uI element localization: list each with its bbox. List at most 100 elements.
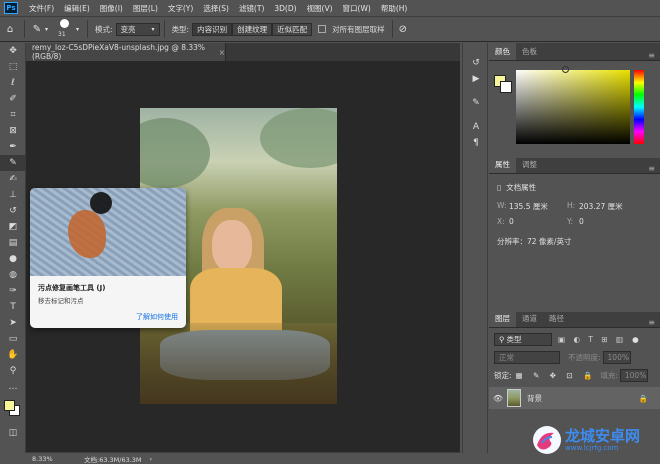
type-proximity-match[interactable]: 近似匹配 — [272, 22, 313, 36]
sample-all-layers-checkbox[interactable] — [318, 25, 327, 33]
pressure-icon[interactable]: ⊘ — [399, 24, 407, 35]
tab-color[interactable]: 颜色 — [489, 43, 516, 60]
clone-stamp-tool-icon[interactable]: ⊥ — [0, 187, 26, 203]
properties-panel: 属性 调整 ≡ ▯ 文档属性 W: 135.5 厘米 H: 203.27 厘米 … — [489, 156, 660, 306]
quick-select-tool-icon[interactable]: ✐ — [0, 91, 26, 107]
menu-image[interactable]: 图像(I) — [95, 3, 128, 14]
layer-filter-select[interactable]: ⚲ 类型 — [494, 333, 552, 346]
layer-filter-type: 类型 — [506, 335, 522, 344]
document-tab[interactable]: remy_loz-C5sDPieXaV8-unsplash.jpg @ 8.33… — [26, 43, 226, 61]
menu-edit[interactable]: 编辑(E) — [59, 3, 95, 14]
zoom-tool-icon[interactable]: ⚲ — [0, 363, 26, 379]
blur-tool-icon[interactable]: ● — [0, 251, 26, 267]
menu-view[interactable]: 视图(V) — [302, 3, 338, 14]
color-swatches[interactable] — [0, 395, 26, 425]
dodge-tool-icon[interactable]: ◍ — [0, 267, 26, 283]
tab-swatches[interactable]: 色板 — [516, 43, 543, 60]
tab-paths[interactable]: 路径 — [543, 310, 570, 327]
layer-row[interactable]: 👁 背景 🔒 — [489, 387, 660, 409]
menu-file[interactable]: 文件(F) — [24, 3, 59, 14]
x-value[interactable]: 0 — [509, 217, 567, 226]
hue-slider[interactable] — [634, 70, 644, 144]
rectangle-tool-icon[interactable]: ▭ — [0, 331, 26, 347]
eye-icon[interactable]: 👁 — [489, 394, 507, 403]
divider — [87, 20, 89, 38]
pen-tool-icon[interactable]: ✑ — [0, 283, 26, 299]
dragon-logo-icon — [533, 426, 561, 454]
tab-adjustments[interactable]: 调整 — [516, 156, 543, 173]
document-tab-title: remy_loz-C5sDPieXaV8-unsplash.jpg @ 8.33… — [32, 43, 206, 61]
subject-face — [212, 220, 252, 272]
menu-bar: Ps 文件(F) 编辑(E) 图像(I) 图层(L) 文字(Y) 选择(S) 滤… — [0, 0, 660, 16]
chevron-right-icon[interactable]: › — [150, 455, 153, 463]
more-tools-icon[interactable]: … — [0, 379, 26, 395]
menu-3d[interactable]: 3D(D) — [269, 4, 301, 13]
color-picker-field[interactable] — [516, 70, 630, 144]
menu-select[interactable]: 选择(S) — [198, 3, 234, 14]
menu-help[interactable]: 帮助(H) — [376, 3, 413, 14]
divider — [24, 20, 25, 38]
history-panel-icon[interactable]: ↺ — [463, 55, 489, 71]
chevron-down-icon[interactable]: ▾ — [76, 26, 79, 33]
y-value[interactable]: 0 — [579, 217, 584, 226]
zoom-level[interactable]: 8.33% — [32, 455, 78, 463]
type-content-aware[interactable]: 内容识别 — [192, 22, 233, 36]
close-icon[interactable]: × — [219, 48, 225, 57]
opacity-field[interactable]: 100% — [602, 351, 631, 364]
lock-icons[interactable]: ▦ ✎ ✥ ⊡ 🔒 — [516, 371, 597, 380]
panel-menu-icon[interactable]: ≡ — [648, 164, 655, 173]
foreground-color-swatch[interactable] — [4, 400, 15, 411]
filter-toggle-icon[interactable]: ● — [632, 335, 639, 344]
quick-mask-icon[interactable]: ◫ — [0, 425, 26, 441]
character-panel-icon[interactable]: A — [463, 119, 489, 135]
tooltip-preview-image — [30, 188, 186, 276]
type-create-texture[interactable]: 创建纹理 — [232, 22, 273, 36]
spot-healing-brush-tool-icon[interactable]: ✎ — [0, 155, 26, 171]
tab-properties[interactable]: 属性 — [489, 156, 516, 173]
mode-select[interactable]: 变亮 ▾ — [115, 22, 160, 36]
document-info[interactable]: 文档:63.3M/63.3M — [84, 454, 142, 464]
watermark-text: 龙城安卓网 — [565, 427, 641, 445]
tool-tooltip: 污点修复画笔工具 (J) 移去标记和污点 了解如何使用 — [30, 188, 186, 328]
menu-filter[interactable]: 滤镜(T) — [234, 3, 269, 14]
layer-name[interactable]: 背景 — [527, 393, 542, 404]
eraser-tool-icon[interactable]: ◩ — [0, 219, 26, 235]
crop-tool-icon[interactable]: ⌗ — [0, 107, 26, 123]
panel-menu-icon[interactable]: ≡ — [648, 318, 655, 327]
height-value[interactable]: 203.27 厘米 — [579, 201, 623, 212]
brush-dot-icon — [60, 19, 70, 28]
background-color-chip[interactable] — [500, 81, 512, 93]
brush-preset-picker[interactable]: 31 — [54, 17, 76, 41]
paragraph-panel-icon[interactable]: ¶ — [463, 135, 489, 151]
path-select-tool-icon[interactable]: ➤ — [0, 315, 26, 331]
fill-field[interactable]: 100% — [619, 369, 648, 382]
menu-layer[interactable]: 图层(L) — [128, 3, 163, 14]
panel-menu-icon[interactable]: ≡ — [648, 51, 655, 60]
actions-panel-icon[interactable]: ▶ — [463, 71, 489, 87]
gradient-tool-icon[interactable]: ▤ — [0, 235, 26, 251]
filter-icons[interactable]: ▣ ◐ T ⊞ ▥ — [558, 335, 626, 344]
tooltip-title: 污点修复画笔工具 (J) — [38, 284, 106, 292]
tab-channels[interactable]: 通道 — [516, 310, 543, 327]
home-icon[interactable]: ⌂ — [0, 24, 20, 35]
learn-how-link[interactable]: 了解如何使用 — [136, 312, 178, 322]
photoshop-logo-icon[interactable]: Ps — [4, 2, 18, 14]
blend-mode-select[interactable]: 正常 — [494, 351, 560, 364]
marquee-tool-icon[interactable]: ⬚ — [0, 59, 26, 75]
tab-layers[interactable]: 图层 — [489, 310, 516, 327]
frame-tool-icon[interactable]: ⊠ — [0, 123, 26, 139]
menu-type[interactable]: 文字(Y) — [163, 3, 198, 14]
history-brush-tool-icon[interactable]: ↺ — [0, 203, 26, 219]
brush-tool-icon[interactable]: ✍ — [0, 171, 26, 187]
spot-healing-brush-icon[interactable]: ✎ — [29, 24, 45, 35]
chevron-down-icon[interactable]: ▾ — [45, 26, 48, 33]
lasso-tool-icon[interactable]: ℓ — [0, 75, 26, 91]
menu-window[interactable]: 窗口(W) — [338, 3, 376, 14]
type-tool-icon[interactable]: T — [0, 299, 26, 315]
properties-panel-tabs: 属性 调整 ≡ — [489, 156, 660, 174]
eyedropper-tool-icon[interactable]: ✒ — [0, 139, 26, 155]
brush-settings-icon[interactable]: ✎ — [463, 95, 489, 111]
hand-tool-icon[interactable]: ✋ — [0, 347, 26, 363]
move-tool-icon[interactable]: ✥ — [0, 43, 26, 59]
width-value[interactable]: 135.5 厘米 — [509, 201, 567, 212]
